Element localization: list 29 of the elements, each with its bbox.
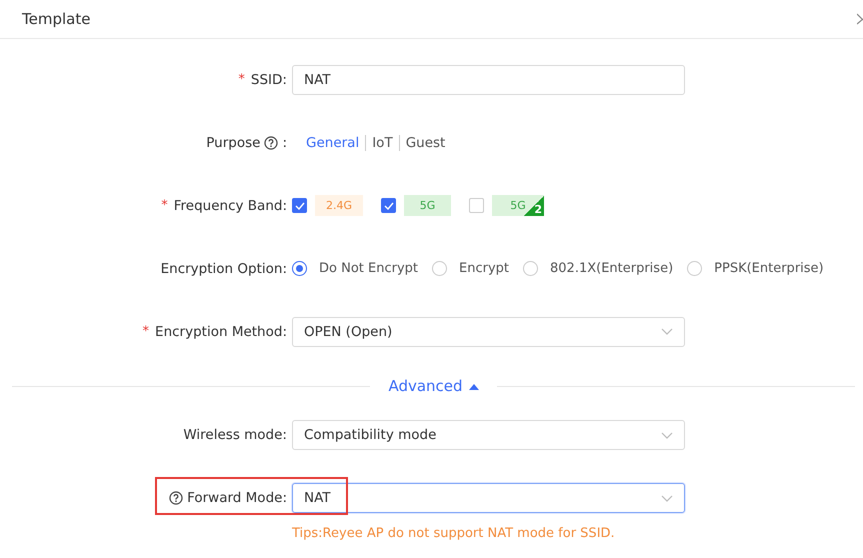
advanced-toggle[interactable]: Advanced (370, 377, 497, 395)
radio-label: 802.1X(Enterprise) (550, 261, 674, 276)
band-tag: 5G (404, 195, 451, 216)
purpose-option[interactable]: IoT (365, 134, 399, 150)
band-badge: 2 (524, 196, 544, 216)
field-label: Forward Mode: (187, 490, 287, 506)
field-label: Frequency Band: (174, 198, 287, 214)
required-asterisk: * (142, 324, 150, 339)
purpose-option[interactable]: Guest (398, 134, 452, 150)
required-asterisk: * (161, 198, 168, 213)
field-label: Encryption Method: (155, 324, 287, 340)
purpose-option[interactable]: General (300, 134, 366, 150)
field-label: Encryption Option: (160, 260, 287, 276)
tip-text: Tips:Reyee AP do not support NAT mode for SSID. (291, 526, 616, 541)
radio-label: PPSK(Enterprise) (714, 261, 824, 276)
dialog-title: Template (22, 10, 90, 28)
band-tag: 2.4G (315, 195, 363, 216)
select-field[interactable]: OPEN (Open) (292, 316, 685, 346)
field-label: Purpose (206, 134, 260, 150)
field-label: Wireless mode: (183, 427, 287, 443)
radio-label: Do Not Encrypt (319, 261, 418, 276)
field-label: SSID: (250, 72, 287, 88)
ssid-input[interactable]: NAT (292, 64, 685, 94)
select-field[interactable]: Compatibility mode (292, 420, 685, 450)
radio-label: Encrypt (459, 261, 509, 276)
band-tag: 5G 2 (492, 195, 544, 216)
select-field[interactable]: NAT (292, 483, 685, 513)
label-colon: : (282, 134, 287, 150)
required-asterisk: * (238, 72, 245, 87)
